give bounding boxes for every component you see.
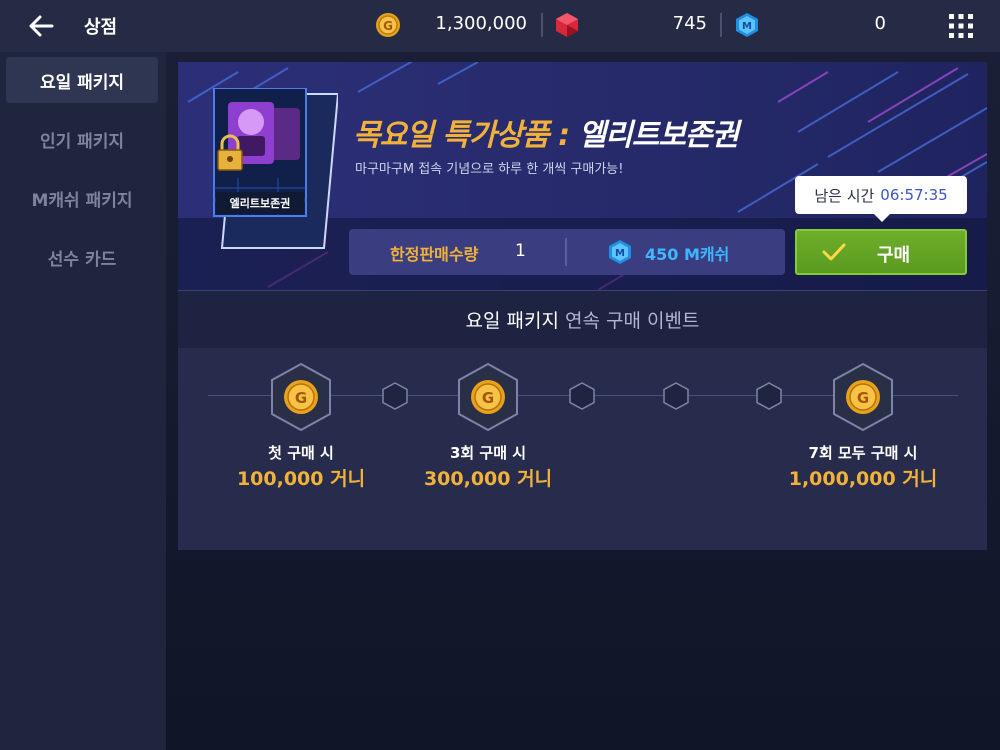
sidebar-item-daily-package[interactable]: 요일 패키지 xyxy=(6,57,158,103)
svg-text:M: M xyxy=(615,248,625,259)
step-hex-icon xyxy=(382,382,408,410)
mcash-amount: 0 xyxy=(874,13,886,34)
promo-subtitle: 마구마구M 접속 기념으로 하루 한 개씩 구매가능! xyxy=(355,162,624,177)
gem-amount: 745 xyxy=(672,13,707,34)
arrow-left-icon xyxy=(29,15,54,37)
svg-text:M: M xyxy=(742,21,752,32)
limit-label: 한정판매수량 xyxy=(390,245,479,264)
reward-label: 7회 모두 구매 시 xyxy=(808,444,918,462)
timer-label: 남은 시간 xyxy=(814,186,875,205)
promo-title-item: 엘리트보존권 xyxy=(578,118,740,153)
back-button[interactable] xyxy=(22,10,62,42)
ruby-gem-icon xyxy=(556,13,578,37)
price-label: 450 M캐쉬 xyxy=(645,245,730,264)
grid-menu-icon xyxy=(949,14,973,38)
sidebar-item-mcash-package[interactable]: M캐쉬 패키지 xyxy=(6,175,158,221)
sidebar-item-popular-package[interactable]: 인기 패키지 xyxy=(6,116,158,162)
reward-value: 300,000 거니 xyxy=(423,468,553,490)
top-bar: 상점 G 1,300,000 745 M 0 xyxy=(0,0,1000,52)
divider xyxy=(720,13,722,37)
event-header: 요일 패키지 연속 구매 이벤트 xyxy=(178,290,987,348)
mcash-icon: M xyxy=(736,13,758,37)
step-hex-icon xyxy=(569,382,595,410)
buy-button[interactable]: 구매 xyxy=(795,229,967,275)
sidebar: 요일 패키지 인기 패키지 M캐쉬 패키지 선수 카드 xyxy=(0,52,166,750)
item-card: 엘리트보존권 xyxy=(208,87,340,258)
menu-button[interactable] xyxy=(946,12,976,40)
divider xyxy=(565,238,567,266)
reward-coin-hex-icon: G xyxy=(271,362,331,432)
step-hex-icon xyxy=(663,382,689,410)
promo-title: 목요일 특가상품 : 엘리트보존권 xyxy=(353,110,740,154)
svg-text:G: G xyxy=(383,19,393,33)
check-icon xyxy=(822,243,846,261)
step-hex-icon xyxy=(756,382,782,410)
promo-title-prefix: 목요일 특가상품 : xyxy=(353,118,579,153)
page-title: 상점 xyxy=(84,17,118,38)
sidebar-item-player-card[interactable]: 선수 카드 xyxy=(6,234,158,280)
reward-value: 1,000,000 거니 xyxy=(788,468,938,490)
divider xyxy=(541,13,543,37)
reward-label: 첫 구매 시 xyxy=(268,444,334,462)
card-label: 엘리트보존권 xyxy=(229,197,291,210)
sale-info-box: 한정판매수량 1 M 450 M캐쉬 xyxy=(349,229,785,275)
mcash-icon: M xyxy=(609,240,631,264)
event-reward-track: G G G 첫 구매 시 100,000 거니 3회 구매 시 300,000 … xyxy=(178,348,987,550)
svg-text:G: G xyxy=(482,389,494,407)
event-title-sub: 연속 구매 이벤트 xyxy=(565,310,700,332)
limit-count: 1 xyxy=(515,241,526,261)
event-title-main: 요일 패키지 xyxy=(465,310,559,332)
remaining-time-tooltip: 남은 시간 06:57:35 xyxy=(795,176,967,222)
gold-coin-icon: G xyxy=(376,13,400,37)
reward-coin-hex-icon: G xyxy=(458,362,518,432)
svg-text:G: G xyxy=(295,389,307,407)
reward-coin-hex-icon: G xyxy=(833,362,893,432)
elite-preserve-card-icon xyxy=(213,87,340,249)
buy-label: 구매 xyxy=(877,245,911,266)
gold-amount: 1,300,000 xyxy=(435,13,527,34)
reward-label: 3회 구매 시 xyxy=(449,444,527,462)
timer-value: 06:57:35 xyxy=(880,186,948,204)
svg-text:G: G xyxy=(857,389,869,407)
reward-value: 100,000 거니 xyxy=(236,468,366,490)
